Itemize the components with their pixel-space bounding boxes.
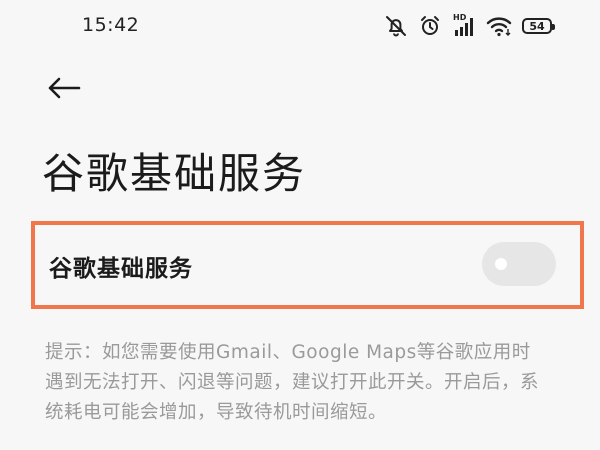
wifi-icon xyxy=(486,15,512,37)
setting-label: 谷歌基础服务 xyxy=(49,256,193,282)
alarm-icon xyxy=(418,14,442,38)
mute-icon xyxy=(384,14,408,38)
back-button[interactable] xyxy=(40,70,88,110)
status-bar: 15:42 HD 54 xyxy=(0,0,600,52)
page-title: 谷歌基础服务 xyxy=(42,149,307,198)
signal-icon: HD xyxy=(452,13,476,37)
hint-text: 提示：如您需要使用Gmail、Google Maps等谷歌应用时遇到无法打开、闪… xyxy=(45,342,540,423)
battery-icon: 54 xyxy=(522,18,555,34)
google-services-setting-row[interactable]: 谷歌基础服务 xyxy=(31,221,584,309)
toggle-knob xyxy=(495,258,507,270)
status-time: 15:42 xyxy=(82,14,140,36)
hd-label: HD xyxy=(453,13,467,22)
status-icons: HD 54 xyxy=(384,12,555,40)
arrow-left-icon xyxy=(47,77,81,103)
google-services-toggle[interactable] xyxy=(482,242,556,286)
settings-screen: 15:42 HD 54 谷歌基础服务 谷歌基础服务 提示：如您需要使用Gmail… xyxy=(0,0,600,450)
battery-level: 54 xyxy=(529,19,545,33)
